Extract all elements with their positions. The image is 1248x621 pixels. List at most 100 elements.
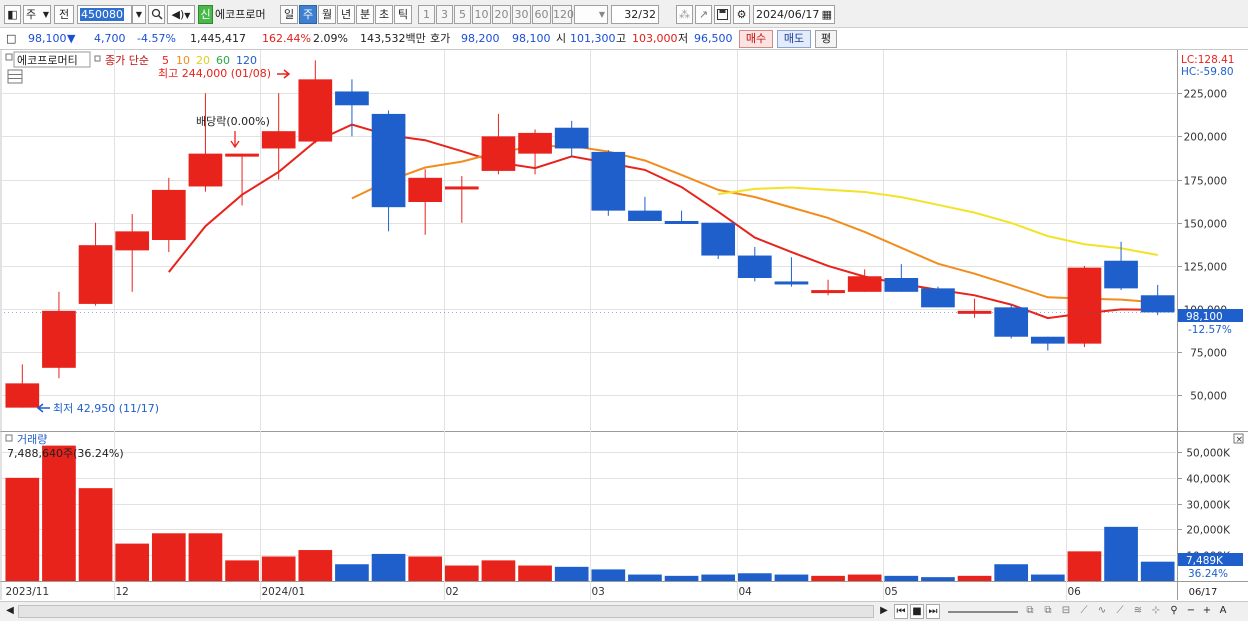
zoom-out-icon[interactable]: − bbox=[1184, 604, 1198, 619]
play-last-icon[interactable]: ⏭ bbox=[926, 604, 940, 619]
interval-1[interactable]: 1 bbox=[418, 5, 435, 24]
period-day[interactable]: 일 bbox=[280, 5, 298, 24]
scroll-left-icon[interactable]: ◀ bbox=[4, 604, 16, 619]
legend-stock-name: 에코프로머티 bbox=[17, 54, 78, 67]
price-tick-label: 150,000 bbox=[1184, 219, 1227, 231]
fib-tool-icon[interactable]: ≋ bbox=[1130, 604, 1146, 619]
candle-body bbox=[957, 310, 992, 314]
period-month[interactable]: 월 bbox=[318, 5, 336, 24]
draw-tool-icon[interactable]: ↗ bbox=[695, 5, 712, 24]
stop-icon[interactable]: ■ bbox=[910, 604, 924, 619]
type-select[interactable]: 주 ▼ bbox=[23, 5, 51, 24]
interval-120[interactable]: 120 bbox=[552, 5, 574, 24]
scroll-track[interactable] bbox=[18, 605, 874, 618]
period-week[interactable]: 주 bbox=[299, 5, 317, 24]
line-tool-icon[interactable]: ⟋ bbox=[1076, 604, 1092, 619]
hc-label: HC:-59.80 bbox=[1181, 66, 1234, 78]
chevron-down-icon: ▼ bbox=[184, 11, 191, 20]
candle-body bbox=[847, 276, 882, 292]
zoom-in-icon[interactable]: + bbox=[1200, 604, 1214, 619]
period-year[interactable]: 년 bbox=[337, 5, 355, 24]
candle-body bbox=[554, 127, 589, 149]
legend-ma120: 120 bbox=[236, 54, 257, 67]
volume-bar bbox=[408, 556, 443, 581]
volume-tick-label: 20,000K bbox=[1186, 525, 1231, 537]
volume-bar bbox=[957, 575, 992, 581]
candle-body bbox=[774, 281, 809, 285]
sell-button[interactable]: 매도 bbox=[777, 30, 811, 48]
down-arrow-icon: ▼ bbox=[67, 32, 76, 45]
code-dropdown-chevron-down-icon[interactable]: ▼ bbox=[132, 5, 146, 24]
flat-button[interactable]: 평 bbox=[815, 30, 837, 48]
price-change: 4,700 bbox=[94, 32, 126, 45]
split-chart-icon[interactable]: ⊟ bbox=[1058, 604, 1074, 619]
interval-60[interactable]: 60 bbox=[532, 5, 551, 24]
ask-label: 호가 bbox=[430, 32, 451, 45]
calendar-icon[interactable]: ▦ bbox=[822, 6, 832, 23]
trend-tool-icon[interactable]: ⟋ bbox=[1112, 604, 1128, 619]
speaker-icon[interactable]: ◀)▼ bbox=[167, 5, 195, 24]
zoom-search-icon[interactable]: ⚲ bbox=[1166, 604, 1182, 619]
candle-body bbox=[628, 210, 662, 221]
candle-body bbox=[298, 79, 333, 142]
data-table-icon[interactable] bbox=[7, 69, 23, 84]
candle-body bbox=[408, 177, 443, 202]
volume-bar bbox=[5, 477, 40, 581]
volume-bar bbox=[335, 564, 369, 581]
overlay-chart-icon[interactable]: ⧉ bbox=[1022, 604, 1038, 619]
low-label: 저 bbox=[678, 32, 689, 45]
candle-body bbox=[42, 310, 76, 368]
toolbar: ◧ 주 ▼ 전 450080 ▼ ◀)▼ 신 에코프로머 일 주 월 년 분 초 … bbox=[0, 0, 1248, 28]
volume-panel-close-glyph: × bbox=[1236, 435, 1244, 445]
candle-body bbox=[921, 288, 955, 308]
candle-body bbox=[78, 245, 113, 304]
x-axis-label: 06 bbox=[1068, 586, 1082, 598]
candle-body bbox=[664, 221, 699, 224]
code-input[interactable]: 450080 bbox=[77, 5, 132, 24]
search-icon[interactable] bbox=[148, 5, 165, 24]
quote-toggle-icon[interactable]: □ bbox=[6, 31, 16, 47]
date-input[interactable]: 2024/06/17 ▦ bbox=[753, 5, 835, 24]
candle-body bbox=[1067, 267, 1102, 344]
x-axis-label: 02 bbox=[446, 586, 459, 598]
interval-10[interactable]: 10 bbox=[472, 5, 491, 24]
volume-bar bbox=[115, 543, 150, 581]
save-icon[interactable] bbox=[714, 5, 731, 24]
period-tick[interactable]: 틱 bbox=[394, 5, 412, 24]
candle-body bbox=[188, 153, 223, 187]
interval-3[interactable]: 3 bbox=[436, 5, 453, 24]
interval-5[interactable]: 5 bbox=[454, 5, 471, 24]
count-input[interactable]: 32/32 bbox=[611, 5, 659, 24]
interval-20[interactable]: 20 bbox=[492, 5, 511, 24]
candle-body bbox=[884, 278, 919, 292]
code-value: 450080 bbox=[80, 8, 124, 21]
low-price: 96,500 bbox=[694, 32, 733, 45]
candle-body bbox=[225, 153, 259, 157]
zoom-slider[interactable] bbox=[948, 611, 1018, 613]
link-icon[interactable]: ⁂ bbox=[676, 5, 693, 24]
interval-custom-select[interactable]: ▼ bbox=[574, 5, 608, 24]
period-second[interactable]: 초 bbox=[375, 5, 393, 24]
text-tool-icon[interactable]: A bbox=[1216, 604, 1230, 619]
x-axis-end-label: 06/17 bbox=[1188, 586, 1218, 601]
scroll-right-icon[interactable]: ▶ bbox=[878, 604, 890, 619]
window-menu-icon[interactable]: ◧ bbox=[4, 5, 21, 24]
interval-30[interactable]: 30 bbox=[512, 5, 531, 24]
compare-chart-icon[interactable]: ⧉ bbox=[1040, 604, 1056, 619]
prev-button[interactable]: 전 bbox=[54, 5, 74, 24]
volume-bar bbox=[42, 445, 76, 581]
wave-tool-icon[interactable]: ∿ bbox=[1094, 604, 1110, 619]
chart-svg: 50,00075,000100,000125,000150,000175,000… bbox=[0, 50, 1248, 602]
cross-tool-icon[interactable]: ⊹ bbox=[1148, 604, 1164, 619]
new-badge: 신 bbox=[198, 5, 213, 24]
lc-label: LC:128.41 bbox=[1181, 54, 1234, 66]
period-minute[interactable]: 분 bbox=[356, 5, 374, 24]
volume-bar bbox=[151, 533, 186, 581]
settings-gear-icon[interactable]: ⚙ bbox=[733, 5, 750, 24]
candle-body bbox=[737, 255, 772, 278]
buy-button[interactable]: 매수 bbox=[739, 30, 773, 48]
play-first-icon[interactable]: ⏮ bbox=[894, 604, 908, 619]
volume-bar bbox=[1030, 574, 1065, 581]
x-axis-label: 12 bbox=[116, 586, 129, 598]
turnover-pct: 2.09% bbox=[313, 32, 348, 45]
